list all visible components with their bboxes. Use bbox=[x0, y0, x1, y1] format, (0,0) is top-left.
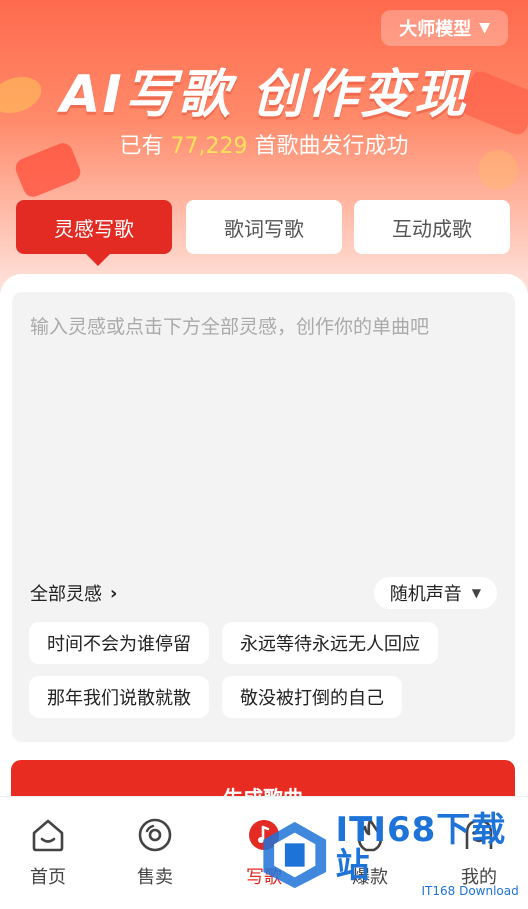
caret-down-icon: ▼ bbox=[471, 586, 481, 600]
model-selector-button[interactable]: 大师模型 ▼ bbox=[381, 10, 508, 46]
watermark-subtext: IT168 Download bbox=[421, 884, 519, 898]
disc-icon bbox=[138, 818, 172, 852]
song-count: 77,229 bbox=[170, 134, 248, 159]
voice-selector-label: 随机声音 bbox=[389, 584, 462, 605]
inspiration-chip[interactable]: 时间不会为谁停留 bbox=[29, 622, 209, 664]
tab-interactive[interactable]: 互动成歌 bbox=[354, 200, 510, 254]
voice-selector[interactable]: 随机声音 ▼ bbox=[373, 577, 497, 609]
all-inspiration-label: 全部灵感 bbox=[30, 584, 102, 605]
nav-label: 首页 bbox=[30, 867, 66, 888]
all-inspiration-link[interactable]: 全部灵感 › bbox=[30, 580, 117, 606]
watermark-text: ITI68下载站 bbox=[335, 810, 507, 886]
inspiration-editor[interactable]: 输入灵感或点击下方全部灵感，创作你的单曲吧 全部灵感 › 随机声音 ▼ 时间不会… bbox=[12, 292, 515, 742]
release-count-text: 已有 77,229 首歌曲发行成功 bbox=[0, 128, 528, 160]
active-tab-indicator bbox=[86, 254, 110, 266]
model-selector-label: 大师模型 bbox=[399, 19, 472, 40]
tab-inspiration[interactable]: 灵感写歌 bbox=[16, 200, 172, 254]
tab-lyrics[interactable]: 歌词写歌 bbox=[186, 200, 342, 254]
nav-item-home[interactable]: 首页 bbox=[0, 815, 96, 889]
page-title: AI写歌 创作变现 bbox=[60, 65, 468, 125]
subtitle-suffix: 首歌曲发行成功 bbox=[254, 134, 409, 159]
watermark: ITI68下载站 IT168 Download bbox=[258, 812, 520, 898]
chevron-right-icon: › bbox=[110, 582, 118, 604]
inspiration-input-placeholder[interactable]: 输入灵感或点击下方全部灵感，创作你的单曲吧 bbox=[30, 312, 429, 339]
watermark-logo-icon bbox=[263, 821, 327, 889]
subtitle-prefix: 已有 bbox=[119, 134, 164, 159]
inspiration-chip[interactable]: 永远等待永远无人回应 bbox=[222, 622, 438, 664]
nav-item-sell[interactable]: 售卖 bbox=[107, 815, 203, 889]
inspiration-chip[interactable]: 敬没被打倒的自己 bbox=[222, 676, 402, 718]
inspiration-chip[interactable]: 那年我们说散就散 bbox=[29, 676, 209, 718]
caret-down-icon: ▼ bbox=[479, 20, 490, 36]
home-icon bbox=[32, 819, 64, 852]
nav-label: 售卖 bbox=[137, 867, 173, 888]
mode-tabs: 灵感写歌 歌词写歌 互动成歌 bbox=[16, 200, 512, 266]
